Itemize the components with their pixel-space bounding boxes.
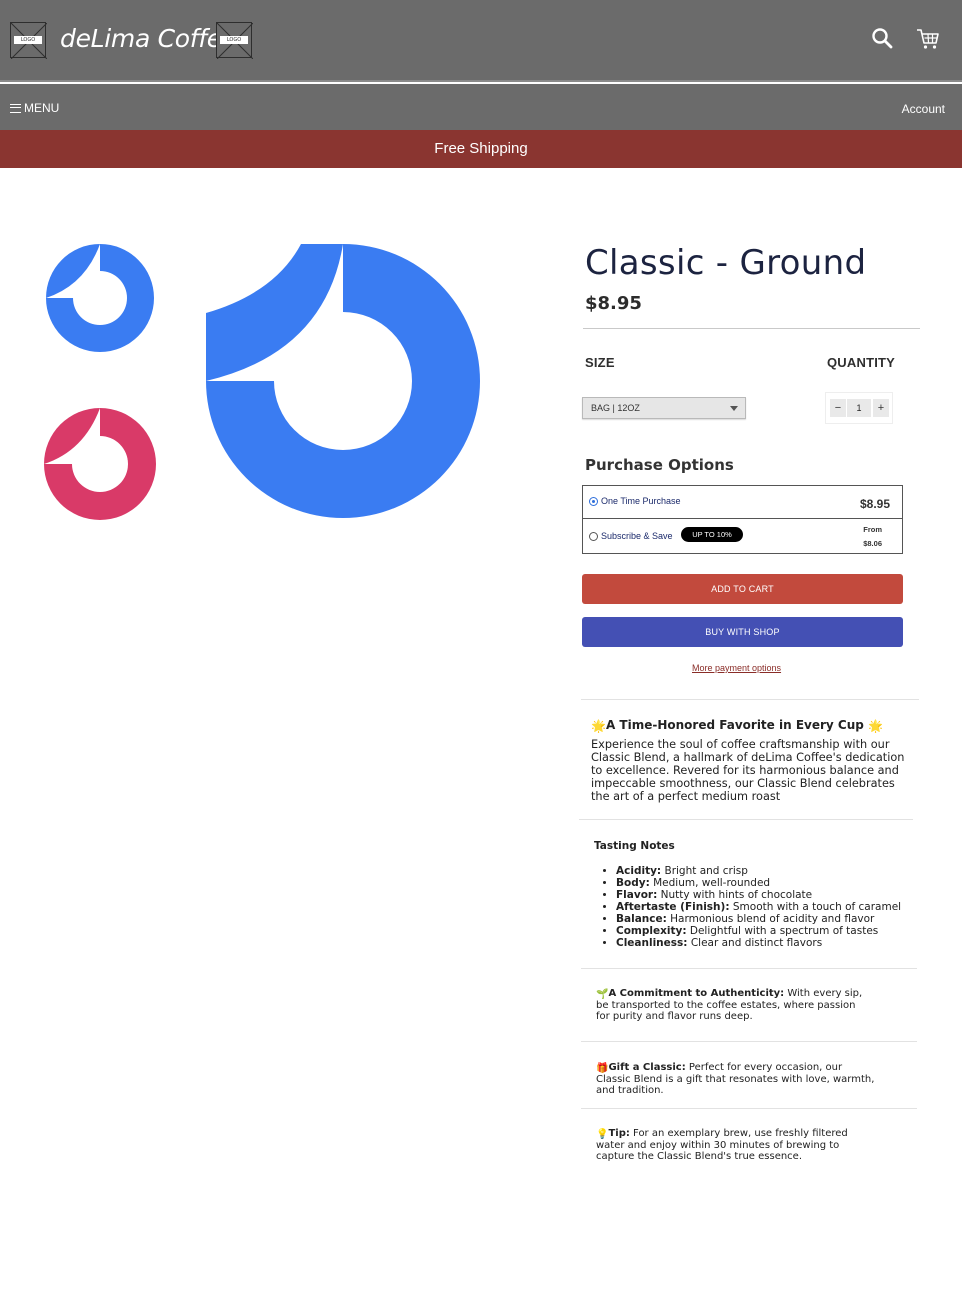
one-time-label: One Time Purchase [601,496,681,506]
gift-term: Gift a Classic: [608,1062,686,1073]
more-payment-options-link[interactable]: More payment options [692,663,781,673]
account-link[interactable]: Account [902,102,945,116]
tip-note: 💡Tip: For an exemplary brew, use freshly… [596,1128,876,1162]
brand-name[interactable]: deLima Coffee [60,24,237,53]
nav-bar: MENU Account [0,84,962,130]
logo-text: LOGO [220,36,248,44]
description-body: Experience the soul of coffee craftsmans… [591,738,905,803]
list-item: Acidity: Bright and crisp [616,865,901,877]
site-header: LOGO deLima Coffee LOGO [0,0,962,82]
menu-label: MENU [24,101,60,115]
list-item: Aftertaste (Finish): Smooth with a touch… [616,901,901,913]
tip-term: Tip: [608,1128,630,1139]
one-time-radio[interactable] [589,497,598,506]
one-time-purchase-option[interactable]: One Time Purchase $8.95 [583,486,902,519]
size-select[interactable]: BAG | 12OZ [582,397,746,419]
list-item: Cleanliness: Clear and distinct flavors [616,937,901,949]
subscribe-from-price: $8.06 [863,539,882,548]
list-item: Complexity: Delightful with a spectrum o… [616,925,901,937]
tip-text: For an exemplary brew, use freshly filte… [596,1128,848,1162]
chevron-down-icon [730,406,738,411]
menu-button[interactable]: MENU [10,101,59,115]
divider [579,819,913,820]
logo-text: LOGO [14,36,42,44]
quantity-increase-button[interactable]: + [873,399,889,417]
subscribe-radio[interactable] [589,532,598,541]
one-time-price: $8.95 [859,497,890,511]
tasting-notes-list: Acidity: Bright and crisp Body: Medium, … [616,865,901,949]
logo-placeholder-icon[interactable]: LOGO [10,22,47,59]
description-heading: 🌟A Time-Honored Favorite in Every Cup 🌟 [591,718,909,733]
authenticity-note: 🌱A Commitment to Authenticity: With ever… [596,988,866,1022]
purchase-options-title: Purchase Options [585,456,734,474]
quantity-decrease-button[interactable]: − [830,399,846,417]
add-to-cart-button[interactable]: ADD TO CART [582,574,903,604]
promo-text: Free Shipping [434,140,528,157]
gift-icon: 🎁 [596,1063,609,1074]
product-thumbnail-pink[interactable] [43,407,157,521]
subscribe-save-option[interactable]: Subscribe & Save UP TO 10% From $8.06 [583,519,902,553]
sparkle-icon: 🌟 [591,719,606,733]
search-icon[interactable] [870,26,896,52]
description-heading-text: A Time-Honored Favorite in Every Cup [605,718,864,732]
subscribe-from-label: From [863,525,882,534]
cart-icon[interactable] [915,26,941,52]
list-item: Flavor: Nutty with hints of chocolate [616,889,901,901]
product-price: $8.95 [585,293,642,314]
divider [581,968,917,969]
divider [581,1108,917,1109]
product-main-image[interactable] [205,243,482,520]
gift-note: 🎁Gift a Classic: Perfect for every occas… [596,1062,879,1096]
list-item: Balance: Harmonious blend of acidity and… [616,913,901,925]
quantity-stepper: − 1 + [825,392,893,424]
purchase-options-box: One Time Purchase $8.95 Subscribe & Save… [582,485,903,554]
size-label: SIZE [585,355,615,370]
tasting-notes-title: Tasting Notes [594,840,675,852]
description-intro: 🌟A Time-Honored Favorite in Every Cup 🌟 … [591,718,909,803]
promo-banner: Free Shipping [0,130,962,168]
divider [583,328,920,329]
subscribe-label: Subscribe & Save [601,531,673,541]
product-thumbnail-blue[interactable] [45,243,155,353]
divider [581,1041,917,1042]
authenticity-term: A Commitment to Authenticity: [608,988,785,999]
hamburger-icon [10,103,21,113]
list-item: Body: Medium, well-rounded [616,877,901,889]
logo-placeholder-icon[interactable]: LOGO [216,22,253,59]
quantity-label: QUANTITY [827,355,896,370]
quantity-input[interactable]: 1 [847,399,871,417]
product-title: Classic - Ground [585,243,867,283]
discount-badge: UP TO 10% [681,527,743,542]
seedling-icon: 🌱 [596,989,609,1000]
divider [581,699,919,700]
size-select-value: BAG | 12OZ [591,403,640,413]
lightbulb-icon: 💡 [596,1129,609,1140]
buy-with-shop-button[interactable]: BUY WITH SHOP [582,617,903,647]
sparkle-icon: 🌟 [868,719,883,733]
